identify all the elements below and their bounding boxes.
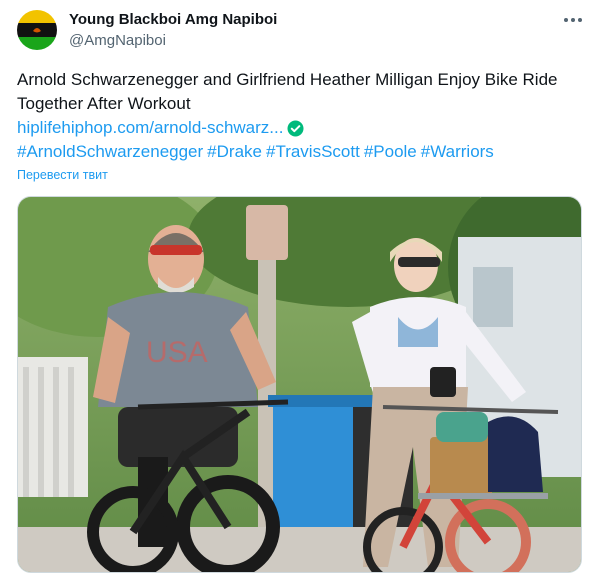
- hashtag-list: #ArnoldSchwarzenegger #Drake #TravisScott #…: [17, 140, 498, 164]
- tweet-text: Arnold Schwarzenegger and Girlfriend Hea…: [17, 68, 582, 116]
- translate-tweet-button[interactable]: Перевести твит: [17, 167, 108, 183]
- bike-ride-photo: USA: [18, 197, 581, 572]
- more-horizontal-icon: [564, 18, 582, 22]
- tweet-text-line: Together After Workout: [17, 94, 191, 113]
- hashtag-link[interactable]: #ArnoldSchwarzenegger: [17, 142, 203, 161]
- article-link-text[interactable]: hiplifehiphop.com/arnold-schwarz...: [17, 116, 283, 140]
- hashtag-link[interactable]: #TravisScott: [266, 142, 360, 161]
- hashtag-link[interactable]: #Drake: [207, 142, 262, 161]
- hashtag-link[interactable]: #Poole: [364, 142, 417, 161]
- svg-text:USA: USA: [146, 336, 208, 369]
- verified-check-icon: [287, 120, 304, 137]
- author-handle[interactable]: @AmgNapiboi: [69, 32, 166, 50]
- article-link[interactable]: hiplifehiphop.com/arnold-schwarz...: [17, 116, 304, 140]
- tweet-text-line: Arnold Schwarzenegger and Girlfriend Hea…: [17, 70, 558, 89]
- tweet-card[interactable]: Young Blackboi Amg Napiboi @AmgNapiboi A…: [0, 0, 598, 586]
- flag-avatar-icon: [17, 10, 57, 50]
- tweet-photo[interactable]: USA: [17, 196, 582, 573]
- hashtag-link[interactable]: #Warriors: [421, 142, 494, 161]
- more-options-button[interactable]: [560, 10, 586, 30]
- author-avatar[interactable]: [17, 10, 57, 50]
- author-display-name[interactable]: Young Blackboi Amg Napiboi: [69, 11, 277, 29]
